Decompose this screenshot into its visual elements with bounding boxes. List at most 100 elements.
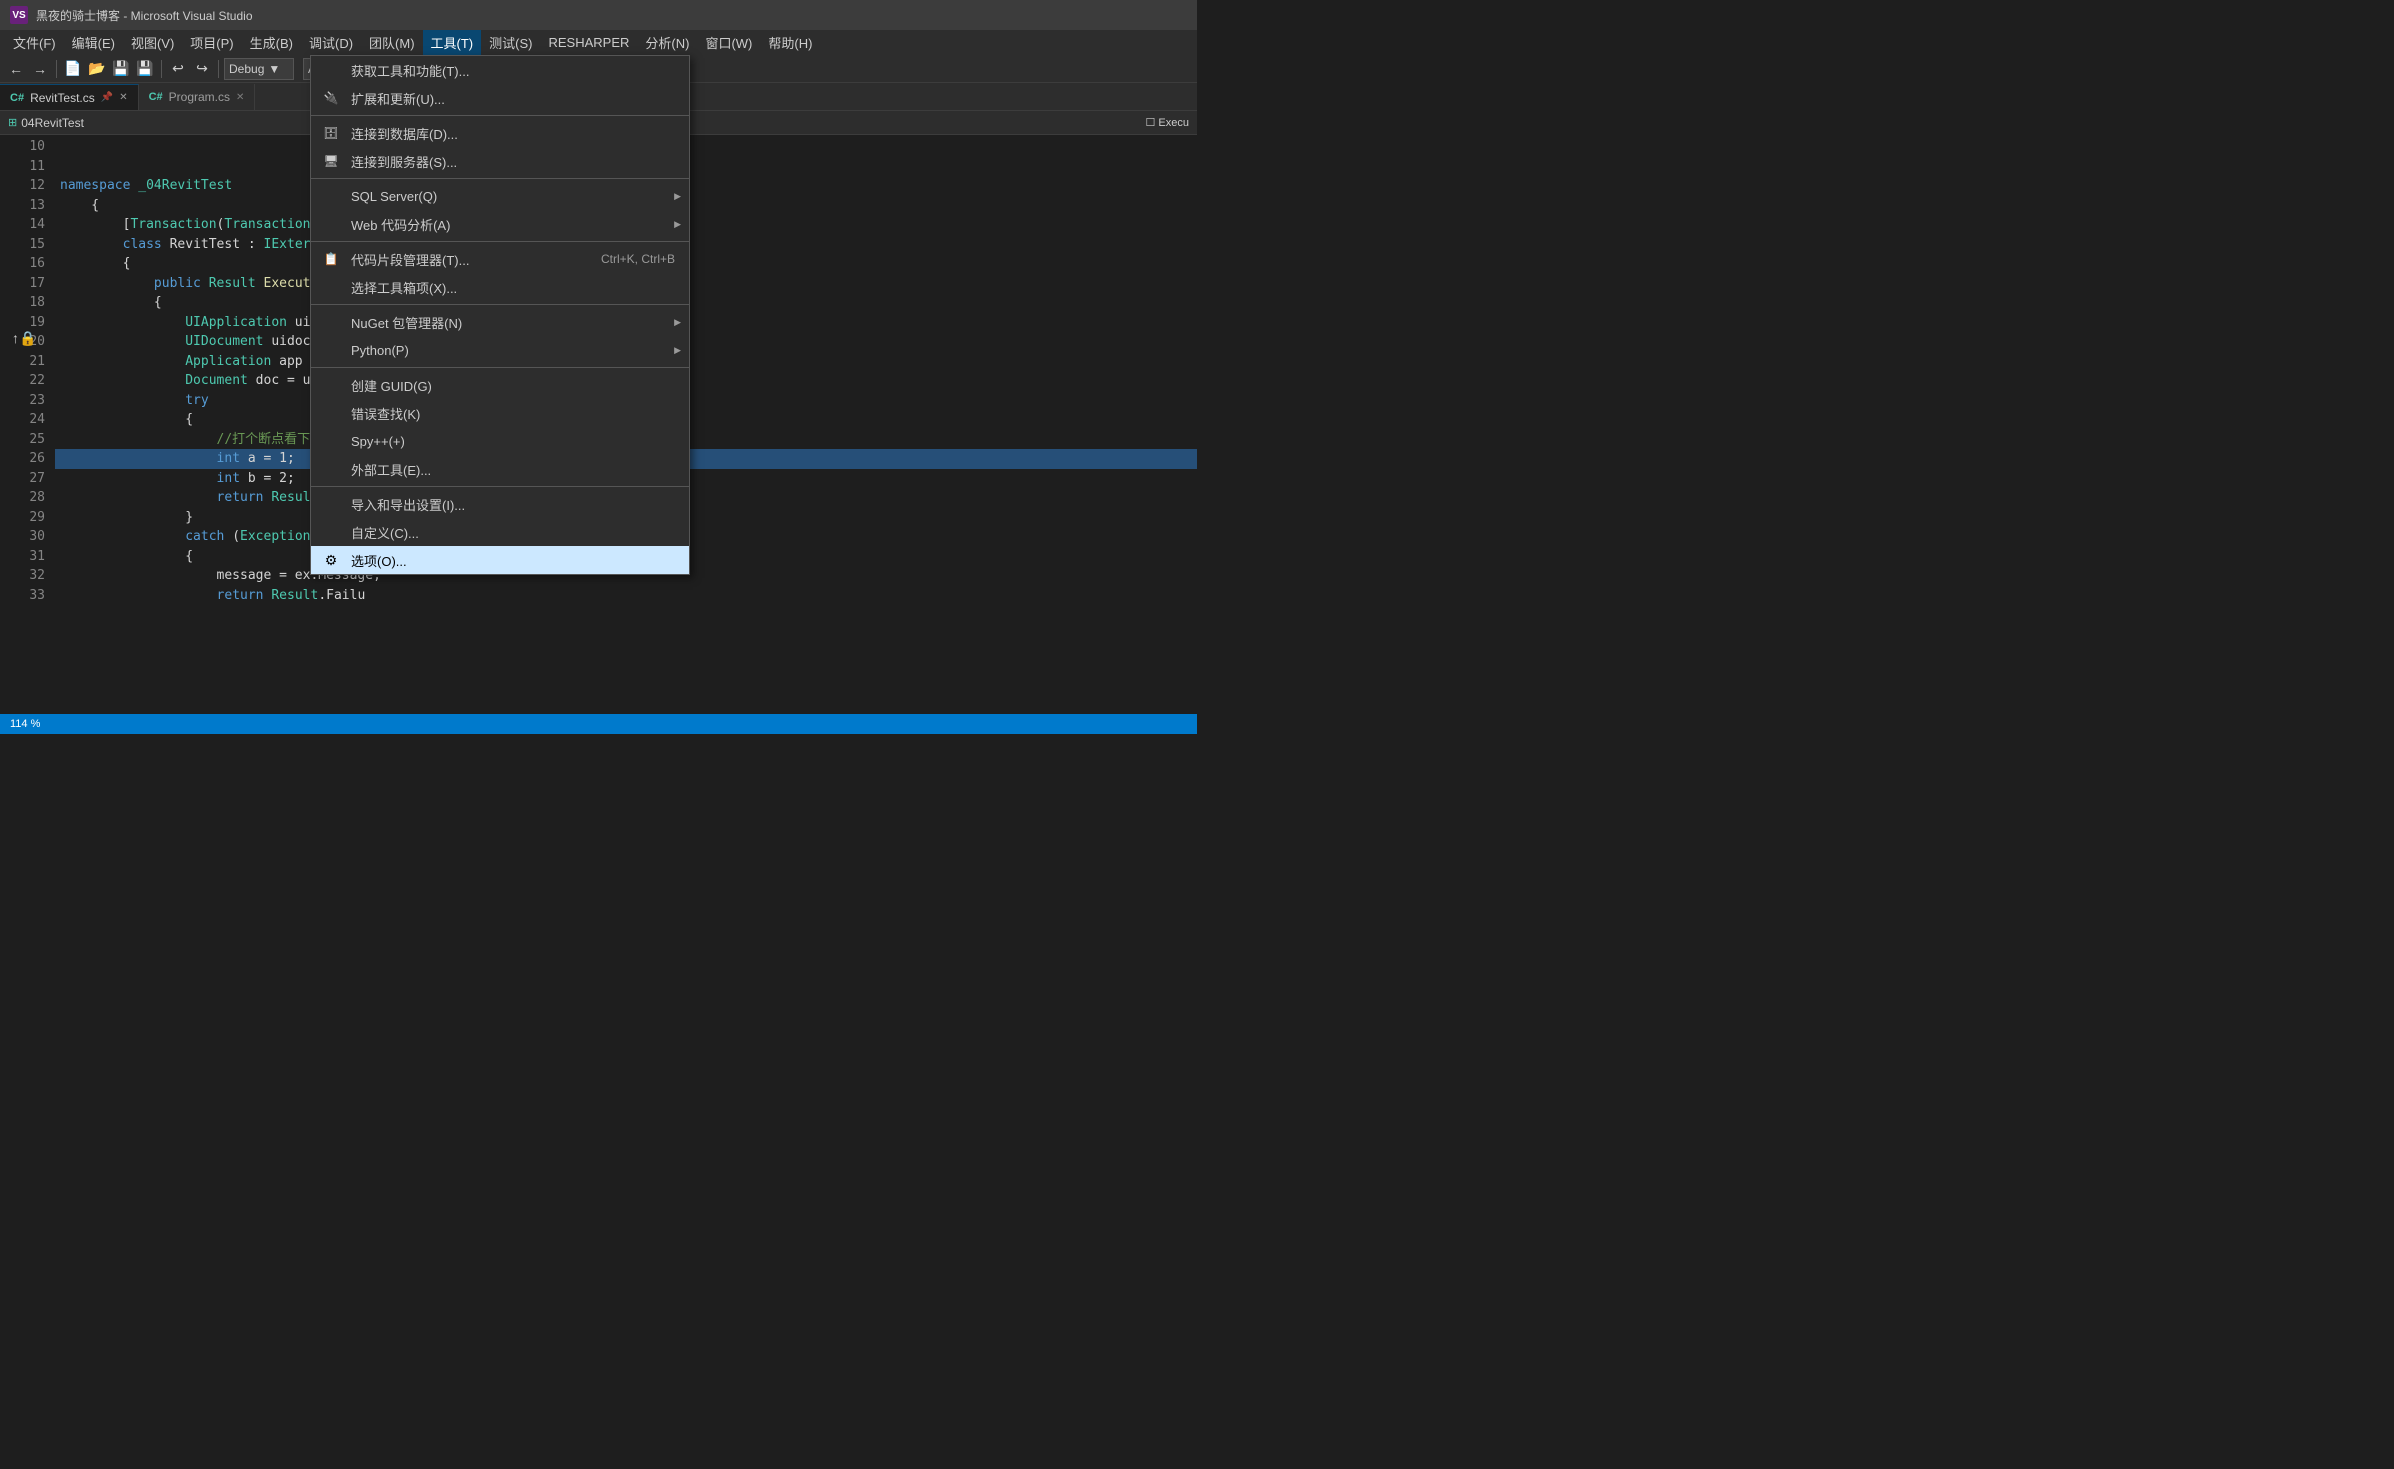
window-title: 黑夜的骑士博客 - Microsoft Visual Studio xyxy=(36,7,253,24)
menu-item-resharper[interactable]: RESHARPER xyxy=(540,30,637,55)
menu-item-label: 导入和导出设置(I)... xyxy=(351,495,465,514)
code-token: UIDocument xyxy=(185,334,263,349)
menu-item-label: 创建 GUID(G) xyxy=(351,376,432,395)
code-token: catch xyxy=(185,529,224,544)
line-number: 22 xyxy=(0,371,45,391)
tab-close-button[interactable]: ✕ xyxy=(119,92,127,103)
menu-item-icon-options: ⚙ xyxy=(321,550,341,570)
menu-item-sql-server[interactable]: SQL Server(Q) xyxy=(311,182,689,210)
menu-item-label: Web 代码分析(A) xyxy=(351,215,450,234)
code-token xyxy=(60,276,154,291)
menu-item-extensions[interactable]: 🔌扩展和更新(U)... xyxy=(311,84,689,112)
menu-item-tools[interactable]: 工具(T) xyxy=(423,30,482,55)
menu-item-debug[interactable]: 调试(D) xyxy=(301,30,361,55)
menu-item-external-tools[interactable]: 外部工具(E)... xyxy=(311,455,689,483)
code-token: [ xyxy=(60,217,130,232)
menu-item-create-guid[interactable]: 创建 GUID(G) xyxy=(311,371,689,399)
menu-item-view[interactable]: 视图(V) xyxy=(123,30,182,55)
menu-item-edit[interactable]: 编辑(E) xyxy=(64,30,123,55)
code-token: int xyxy=(217,471,240,486)
menu-item-analyze[interactable]: 分析(N) xyxy=(637,30,697,55)
menu-item-project[interactable]: 项目(P) xyxy=(182,30,241,55)
line-number: 24 xyxy=(0,410,45,430)
save-all-button[interactable]: 💾 xyxy=(134,58,156,80)
menu-item-error-lookup[interactable]: 错误查找(K) xyxy=(311,399,689,427)
code-token: ( xyxy=(224,529,240,544)
new-file-button[interactable]: 📄 xyxy=(62,58,84,80)
debug-mode-dropdown[interactable]: Debug ▼ xyxy=(224,58,294,80)
menu-item-label: NuGet 包管理器(N) xyxy=(351,313,462,332)
menu-item-snippet-mgr[interactable]: 📋代码片段管理器(T)...Ctrl+K, Ctrl+B xyxy=(311,245,689,273)
code-token xyxy=(60,588,217,603)
menu-item-label: Spy++(+) xyxy=(351,434,405,449)
menu-item-file[interactable]: 文件(F) xyxy=(5,30,64,55)
code-token xyxy=(60,490,217,505)
line-number: 12 xyxy=(0,176,45,196)
menu-item-help[interactable]: 帮助(H) xyxy=(760,30,820,55)
menu-item-web-analysis[interactable]: Web 代码分析(A) xyxy=(311,210,689,238)
toolbar-sep-3 xyxy=(218,60,219,78)
tab-close-button[interactable]: ✕ xyxy=(236,92,244,103)
tab-cs-icon: C# xyxy=(10,92,24,104)
code-token: .Failu xyxy=(318,588,365,603)
code-token: b = 2; xyxy=(240,471,295,486)
menu-separator xyxy=(311,115,689,116)
menu-item-customize[interactable]: 自定义(C)... xyxy=(311,518,689,546)
project-nav: ⊞ xyxy=(8,116,17,129)
undo-button[interactable]: ↩ xyxy=(167,58,189,80)
menu-item-team[interactable]: 团队(M) xyxy=(361,30,423,55)
menu-separator xyxy=(311,486,689,487)
line-number: 28 xyxy=(0,488,45,508)
menu-item-import-export[interactable]: 导入和导出设置(I)... xyxy=(311,490,689,518)
tab-cs-icon: C# xyxy=(149,91,163,103)
title-bar: VS 黑夜的骑士博客 - Microsoft Visual Studio xyxy=(0,0,1197,30)
tab-label: RevitTest.cs xyxy=(30,91,95,105)
code-token: Transaction xyxy=(130,217,216,232)
back-button[interactable]: ← xyxy=(5,58,27,80)
menu-item-window[interactable]: 窗口(W) xyxy=(697,30,760,55)
code-token: UIApplication xyxy=(185,315,287,330)
tab-program[interactable]: C#Program.cs✕ xyxy=(139,84,256,110)
line-number: 13 xyxy=(0,196,45,216)
menu-item-connect-db[interactable]: 🗄连接到数据库(D)... xyxy=(311,119,689,147)
menu-separator xyxy=(311,304,689,305)
menu-item-get-tools[interactable]: 获取工具和功能(T)... xyxy=(311,56,689,84)
code-token: _04RevitTest xyxy=(130,178,232,193)
open-file-button[interactable]: 📂 xyxy=(86,58,108,80)
menu-item-spy[interactable]: Spy++(+) xyxy=(311,427,689,455)
menu-item-icon-extensions: 🔌 xyxy=(321,88,341,108)
code-token: { xyxy=(60,295,162,310)
code-token: public xyxy=(154,276,201,291)
line-number: 18 xyxy=(0,293,45,313)
menu-item-test[interactable]: 测试(S) xyxy=(481,30,540,55)
menu-item-options[interactable]: ⚙ 选项(O)... xyxy=(311,546,689,574)
menu-item-toolbox[interactable]: 选择工具箱项(X)... xyxy=(311,273,689,301)
menu-item-label: 获取工具和功能(T)... xyxy=(351,61,469,80)
tab-revittest[interactable]: C# RevitTest.cs 📌 ✕ xyxy=(0,84,139,110)
tools-dropdown-menu: 获取工具和功能(T)... 🔌扩展和更新(U)... 🗄连接到数据库(D)...🖥连… xyxy=(310,55,690,575)
code-token: RevitTest : xyxy=(162,237,264,252)
code-token xyxy=(60,354,185,369)
save-button[interactable]: 💾 xyxy=(110,58,132,80)
menu-item-connect-server[interactable]: 🖥连接到服务器(S)... xyxy=(311,147,689,175)
tab-pin-icon[interactable]: 📌 xyxy=(101,92,113,103)
menu-item-build[interactable]: 生成(B) xyxy=(242,30,301,55)
nav-project-name: 04RevitTest xyxy=(21,116,84,130)
redo-button[interactable]: ↪ xyxy=(191,58,213,80)
forward-button[interactable]: → xyxy=(29,58,51,80)
menu-item-label: 外部工具(E)... xyxy=(351,460,431,479)
code-token xyxy=(60,373,185,388)
code-token: Result xyxy=(209,276,256,291)
menu-item-python[interactable]: Python(P) xyxy=(311,336,689,364)
line-number: 26 xyxy=(0,449,45,469)
code-token: { xyxy=(60,412,193,427)
code-token: Exception xyxy=(240,529,310,544)
code-token xyxy=(201,276,209,291)
code-token: a = 1; xyxy=(240,451,295,466)
menu-item-label: 选项(O)... xyxy=(351,551,407,570)
line-number: 23 xyxy=(0,391,45,411)
menu-separator xyxy=(311,241,689,242)
code-token xyxy=(60,334,185,349)
code-token xyxy=(60,393,185,408)
menu-item-nuget[interactable]: NuGet 包管理器(N) xyxy=(311,308,689,336)
